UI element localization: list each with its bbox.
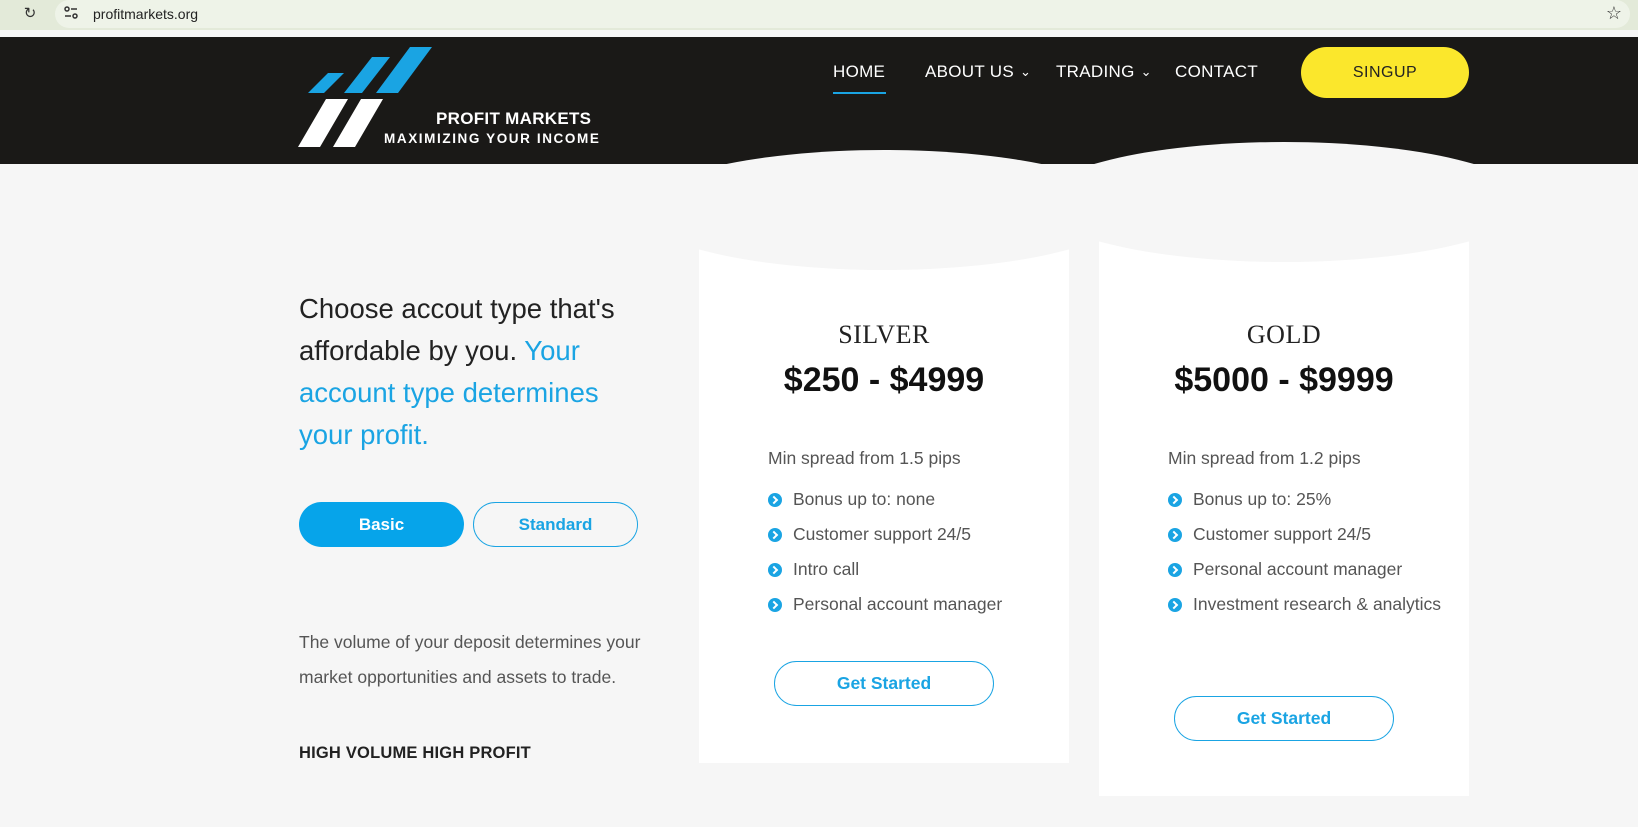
plan-price: $250 - $4999 <box>783 361 985 399</box>
signup-button[interactable]: SINGUP <box>1301 47 1469 98</box>
plan-features: Bonus up to: none Customer support 24/5 … <box>768 482 1053 622</box>
browser-toolbar: ↻ profitmarkets.org ☆ <box>0 0 1638 30</box>
list-item: Personal account manager <box>1168 552 1453 587</box>
feature-text: Bonus up to: 25% <box>1193 489 1332 509</box>
feature-text: Bonus up to: none <box>793 489 936 509</box>
plan-tier: SILVER <box>838 320 930 349</box>
arrow-circle-icon <box>1168 563 1182 577</box>
bookmark-star-icon[interactable]: ☆ <box>1606 3 1622 24</box>
high-volume-heading: HIGH VOLUME HIGH PROFIT <box>299 744 531 762</box>
standard-toggle-button[interactable]: Standard <box>473 502 638 547</box>
feature-text: Intro call <box>793 559 860 579</box>
nav-contact-label: CONTACT <box>1175 62 1258 81</box>
plan-tier: GOLD <box>1246 320 1322 349</box>
list-item: Personal account manager <box>768 587 1053 622</box>
nav-about-us[interactable]: ABOUT US ⌄ <box>925 62 1031 86</box>
address-bar[interactable]: profitmarkets.org ☆ <box>55 0 1630 28</box>
plan-price: $5000 - $9999 <box>1174 361 1394 399</box>
site-info-icon[interactable] <box>63 5 79 21</box>
card-top-curve <box>1039 142 1529 262</box>
brand-tagline: MAXIMIZING YOUR INCOME <box>384 131 601 146</box>
feature-text: Investment research & analytics <box>1193 594 1442 614</box>
feature-text: Personal account manager <box>793 594 1003 614</box>
plan-spread: Min spread from 1.2 pips <box>1168 448 1361 468</box>
logo[interactable]: PROFIT MARKETS MAXIMIZING YOUR INCOME <box>298 47 628 149</box>
list-item: Customer support 24/5 <box>1168 517 1453 552</box>
list-item: Investment research & analytics <box>1168 587 1453 622</box>
url-text: profitmarkets.org <box>93 6 199 22</box>
chevron-down-icon: ⌄ <box>1140 64 1152 79</box>
feature-text: Customer support 24/5 <box>793 524 972 544</box>
reload-icon[interactable]: ↻ <box>20 4 40 24</box>
nav-trading-label: TRADING <box>1056 62 1135 81</box>
nav-home-label: HOME <box>833 62 886 81</box>
site-header: PROFIT MARKETS MAXIMIZING YOUR INCOME HO… <box>0 37 1638 164</box>
feature-text: Customer support 24/5 <box>1193 524 1372 544</box>
arrow-circle-icon <box>768 563 782 577</box>
nav-contact[interactable]: CONTACT <box>1175 62 1258 86</box>
nav-trading[interactable]: TRADING ⌄ <box>1056 62 1152 86</box>
arrow-circle-icon <box>768 598 782 612</box>
basic-toggle-button[interactable]: Basic <box>299 502 464 547</box>
arrow-circle-icon <box>1168 598 1182 612</box>
arrow-circle-icon <box>768 528 782 542</box>
nav-about-label: ABOUT US <box>925 62 1014 81</box>
volume-description: The volume of your deposit determines yo… <box>299 632 641 687</box>
get-started-button[interactable]: Get Started <box>774 661 994 706</box>
feature-text: Personal account manager <box>1193 559 1403 579</box>
plan-card-silver: SILVER $250 - $4999 Min spread from 1.5 … <box>639 150 1129 763</box>
list-item: Bonus up to: 25% <box>1168 482 1453 517</box>
arrow-circle-icon <box>768 493 782 507</box>
plan-features: Bonus up to: 25% Customer support 24/5 P… <box>1168 482 1453 622</box>
arrow-circle-icon <box>1168 528 1182 542</box>
get-started-button[interactable]: Get Started <box>1174 696 1394 741</box>
nav-home[interactable]: HOME <box>833 62 887 94</box>
list-item: Intro call <box>768 552 1053 587</box>
brand-name: PROFIT MARKETS <box>436 109 592 128</box>
page-headline: Choose accout type that's affordable by … <box>299 288 659 456</box>
list-item: Customer support 24/5 <box>768 517 1053 552</box>
list-item: Bonus up to: none <box>768 482 1053 517</box>
plan-card-gold: GOLD $5000 - $9999 Min spread from 1.2 p… <box>1039 142 1529 796</box>
chevron-down-icon: ⌄ <box>1020 64 1032 79</box>
plan-spread: Min spread from 1.5 pips <box>768 448 961 468</box>
arrow-circle-icon <box>1168 493 1182 507</box>
